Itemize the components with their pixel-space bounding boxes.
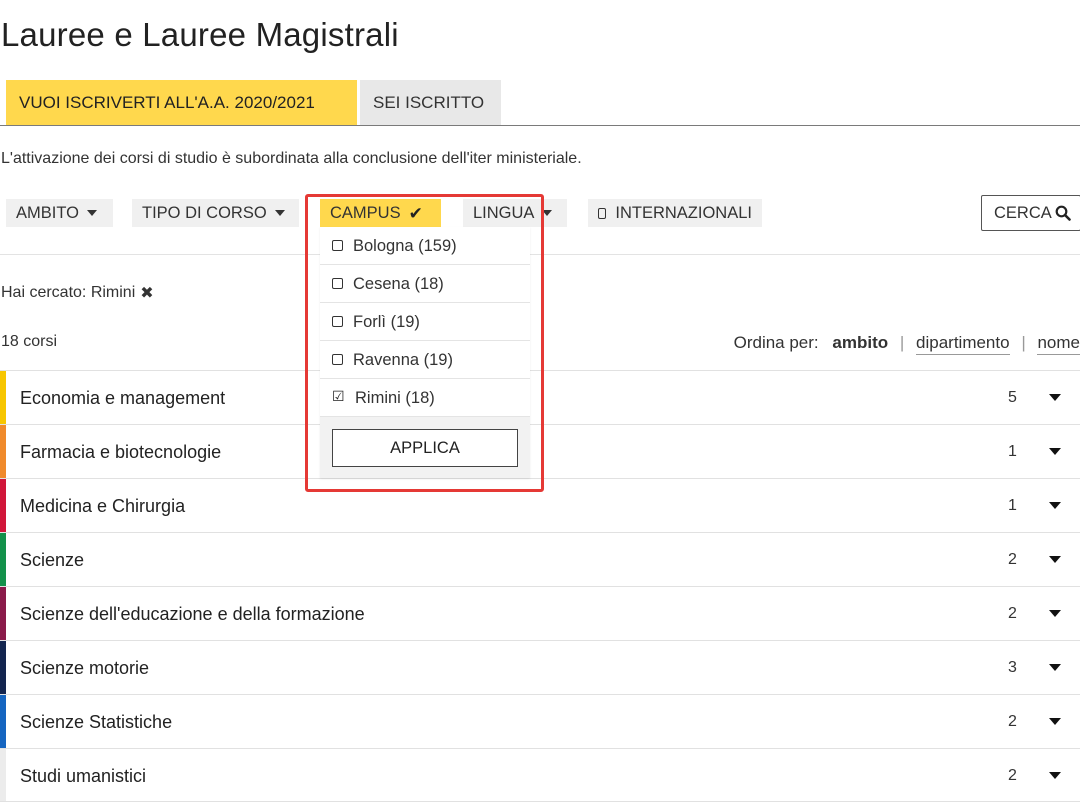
checkbox-icon[interactable]	[598, 207, 607, 219]
checkbox-icon[interactable]	[332, 316, 343, 327]
campus-option-label: Ravenna (19)	[353, 350, 453, 369]
campus-option-label: Rimini (18)	[355, 388, 435, 407]
caret-down-icon[interactable]	[1049, 772, 1061, 779]
area-row-economia[interactable]: Economia e management 5	[0, 370, 1080, 424]
area-color-bar	[0, 749, 6, 801]
checkbox-icon[interactable]	[332, 240, 343, 251]
search-button-label: CERCA	[994, 203, 1052, 222]
area-row-scienze-educazione[interactable]: Scienze dell'educazione e della formazio…	[0, 586, 1080, 640]
area-color-bar	[0, 425, 6, 478]
checkbox-checked-icon[interactable]: ☑	[332, 389, 345, 403]
sort-separator: |	[1021, 333, 1026, 352]
campus-option-cesena[interactable]: Cesena (18)	[320, 265, 530, 303]
campus-option-label: Cesena (18)	[353, 274, 444, 293]
caret-down-icon[interactable]	[1049, 610, 1061, 617]
sort-control: Ordina per: ambito | dipartimento | nome	[733, 333, 1080, 355]
filter-tipo-di-corso[interactable]: TIPO DI CORSO	[132, 199, 299, 227]
area-row-scienze-motorie[interactable]: Scienze motorie 3	[0, 640, 1080, 694]
area-color-bar	[0, 641, 6, 694]
area-color-bar	[0, 371, 6, 424]
area-count: 3	[1008, 659, 1017, 676]
campus-option-label: Forlì (19)	[353, 312, 420, 331]
search-summary-label: Hai cercato: Rimini	[1, 284, 136, 301]
filter-lingua-label: LINGUA	[473, 204, 535, 222]
filter-tipo-label: TIPO DI CORSO	[142, 204, 267, 222]
caret-down-icon	[274, 210, 285, 216]
caret-down-icon[interactable]	[1049, 394, 1061, 401]
campus-option-bologna[interactable]: Bologna (159)	[320, 227, 530, 265]
area-count: 2	[1008, 605, 1017, 622]
area-name: Studi umanistici	[20, 766, 147, 786]
result-count: 18 corsi	[1, 333, 58, 350]
caret-down-icon[interactable]	[1049, 556, 1061, 563]
notice-text: L'attivazione dei corsi di studio è subo…	[1, 150, 582, 167]
area-row-medicina[interactable]: Medicina e Chirurgia 1	[0, 478, 1080, 532]
caret-down-icon[interactable]	[1049, 448, 1061, 455]
area-count: 2	[1008, 551, 1017, 568]
campus-option-rimini[interactable]: ☑ Rimini (18)	[320, 379, 530, 417]
campus-option-label: Bologna (159)	[353, 236, 457, 255]
sort-separator: |	[899, 333, 905, 352]
area-color-bar	[0, 533, 6, 586]
area-name: Medicina e Chirurgia	[20, 496, 186, 516]
sort-option-dipartimento[interactable]: dipartimento	[916, 333, 1010, 355]
area-row-scienze-statistiche[interactable]: Scienze Statistiche 2	[0, 694, 1080, 748]
sort-label: Ordina per:	[733, 333, 819, 352]
page-title: Lauree e Lauree Magistrali	[1, 16, 399, 53]
filter-ambito[interactable]: AMBITO	[6, 199, 113, 227]
tabs-divider	[0, 125, 1080, 126]
tabs: VUOI ISCRIVERTI ALL'A.A. 2020/2021 SEI I…	[6, 80, 501, 125]
caret-down-icon	[86, 210, 97, 216]
area-name: Scienze motorie	[20, 658, 150, 678]
sort-option-ambito[interactable]: ambito	[832, 333, 888, 354]
remove-filter-icon[interactable]: ✖	[140, 283, 153, 303]
filter-campus-label: CAMPUS	[330, 204, 401, 222]
search-icon	[1055, 205, 1071, 221]
filter-internazionali[interactable]: INTERNAZIONALI	[588, 199, 762, 227]
search-button[interactable]: CERCA	[981, 195, 1080, 231]
filter-divider	[0, 254, 1080, 255]
filter-internazionali-label: INTERNAZIONALI	[615, 204, 752, 222]
campus-option-forli[interactable]: Forlì (19)	[320, 303, 530, 341]
apply-button[interactable]: APPLICA	[332, 429, 518, 467]
area-count: 1	[1008, 443, 1017, 460]
filter-lingua[interactable]: LINGUA	[463, 199, 567, 227]
area-name: Scienze Statistiche	[20, 712, 173, 732]
checkbox-icon[interactable]	[332, 278, 343, 289]
checkbox-icon[interactable]	[332, 354, 343, 365]
tab-vuoi-iscriverti[interactable]: VUOI ISCRIVERTI ALL'A.A. 2020/2021	[6, 80, 357, 125]
search-summary: Hai cercato: Rimini ✖	[1, 283, 154, 303]
area-count: 2	[1008, 767, 1017, 784]
area-count: 2	[1008, 713, 1017, 730]
sort-option-nome[interactable]: nome	[1037, 333, 1080, 355]
area-name: Scienze	[20, 550, 85, 570]
area-color-bar	[0, 695, 6, 748]
area-name: Farmacia e biotecnologie	[20, 442, 222, 462]
check-icon: ✔	[408, 203, 423, 223]
area-name: Economia e management	[20, 388, 226, 408]
caret-down-icon[interactable]	[1049, 664, 1061, 671]
area-color-bar	[0, 587, 6, 640]
area-row-farmacia[interactable]: Farmacia e biotecnologie 1	[0, 424, 1080, 478]
caret-down-icon[interactable]	[1049, 718, 1061, 725]
campus-option-ravenna[interactable]: Ravenna (19)	[320, 341, 530, 379]
area-color-bar	[0, 479, 6, 532]
filter-ambito-label: AMBITO	[16, 204, 79, 222]
area-row-studi-umanistici[interactable]: Studi umanistici 2	[0, 748, 1080, 802]
area-row-scienze[interactable]: Scienze 2	[0, 532, 1080, 586]
filter-campus[interactable]: CAMPUS ✔	[320, 199, 441, 227]
caret-down-icon	[542, 210, 553, 216]
area-count: 5	[1008, 389, 1017, 406]
campus-dropdown: Bologna (159) Cesena (18) Forlì (19) Rav…	[320, 227, 530, 478]
area-list: Economia e management 5 Farmacia e biote…	[0, 370, 1080, 802]
area-count: 1	[1008, 497, 1017, 514]
area-name: Scienze dell'educazione e della formazio…	[20, 604, 365, 624]
tab-sei-iscritto[interactable]: SEI ISCRITTO	[360, 80, 501, 125]
caret-down-icon[interactable]	[1049, 502, 1061, 509]
